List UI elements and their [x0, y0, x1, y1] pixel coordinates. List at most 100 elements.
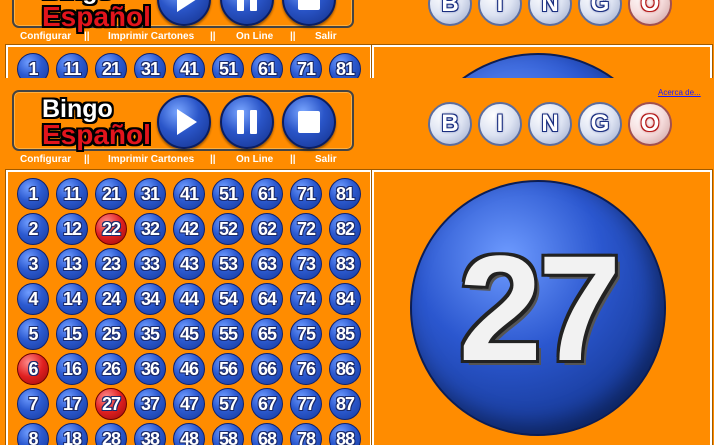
number-ball: 72: [290, 213, 322, 245]
menu-configurar[interactable]: Configurar: [20, 31, 71, 42]
number-ball: 73: [290, 248, 322, 280]
number-ball: 18: [56, 423, 88, 445]
number-ball: 57: [212, 388, 244, 420]
ghost-display-panel: [372, 45, 712, 78]
number-ball: 81: [329, 53, 361, 78]
menu-imprimir[interactable]: Imprimir Cartones: [108, 154, 194, 165]
play-icon: [176, 0, 197, 12]
number-ball: 3: [17, 248, 49, 280]
number-ball: 88: [329, 423, 361, 445]
number-ball: 51: [212, 178, 244, 210]
title-ball-n: N: [528, 0, 572, 26]
stop-button[interactable]: [282, 95, 336, 149]
menu-bar: Configurar || Imprimir Cartones || On Li…: [8, 31, 348, 45]
bingo-title-balls: B I N G O: [428, 0, 678, 26]
number-grid: 1 11 21 31 41 51 61 71 81 2 12 22 32 42 52 62 72 82 3 13 23 3…: [17, 178, 361, 445]
number-ball: 58: [212, 423, 244, 445]
number-ball: 14: [56, 283, 88, 315]
number-ball: 77: [290, 388, 322, 420]
menu-separator: ||: [210, 154, 216, 165]
number-ball: 52: [212, 213, 244, 245]
number-ball: 55: [212, 318, 244, 350]
play-button[interactable]: [157, 0, 211, 26]
title-ball-i: I: [478, 0, 522, 26]
number-ball: 74: [290, 283, 322, 315]
about-link[interactable]: Acerca de...: [658, 88, 701, 97]
number-ball: 75: [290, 318, 322, 350]
number-ball: 25: [95, 318, 127, 350]
number-ball: 43: [173, 248, 205, 280]
menu-bar: Configurar || Imprimir Cartones || On Li…: [8, 154, 348, 168]
number-ball: 15: [56, 318, 88, 350]
number-ball: 4: [17, 283, 49, 315]
number-ball: 61: [251, 178, 283, 210]
menu-salir[interactable]: Salir: [315, 154, 337, 165]
number-ball: 33: [134, 248, 166, 280]
number-ball: 61: [251, 53, 283, 78]
number-ball: 64: [251, 283, 283, 315]
number-ball: 62: [251, 213, 283, 245]
number-ball: 71: [290, 53, 322, 78]
number-ball: 68: [251, 423, 283, 445]
number-ball: 21: [95, 53, 127, 78]
title-ball-g: G: [578, 0, 622, 26]
ghost-board-panel: 1 11 21 31 41 51 61 71 81: [6, 45, 372, 78]
current-number: 27: [458, 223, 622, 392]
number-ball: 1: [17, 53, 49, 78]
logo-line2: Español: [42, 119, 151, 150]
number-ball: 38: [134, 423, 166, 445]
number-ball: 28: [95, 423, 127, 445]
number-ball: 46: [173, 353, 205, 385]
menu-online[interactable]: On Line: [236, 154, 273, 165]
pause-button[interactable]: [220, 0, 274, 26]
stop-button[interactable]: [282, 0, 336, 26]
play-button[interactable]: [157, 95, 211, 149]
number-ball: 66: [251, 353, 283, 385]
number-ball: 78: [290, 423, 322, 445]
menu-configurar[interactable]: Configurar: [20, 154, 71, 165]
menu-separator: ||: [84, 31, 90, 42]
number-ball: 35: [134, 318, 166, 350]
number-ball: 44: [173, 283, 205, 315]
menu-salir[interactable]: Salir: [315, 31, 337, 42]
menu-imprimir[interactable]: Imprimir Cartones: [108, 31, 194, 42]
logo-line2: Español: [42, 1, 151, 32]
stop-icon: [298, 111, 320, 133]
ghost-number-grid: 1 11 21 31 41 51 61 71 81: [17, 53, 361, 78]
number-ball: 13: [56, 248, 88, 280]
play-icon: [176, 109, 197, 135]
title-ball-b: B: [428, 102, 472, 146]
logo-panel: Bingo Español: [12, 90, 354, 151]
number-ball: 17: [56, 388, 88, 420]
number-ball: 12: [56, 213, 88, 245]
menu-online[interactable]: On Line: [236, 31, 273, 42]
number-ball: 87: [329, 388, 361, 420]
number-ball: 41: [173, 53, 205, 78]
number-board-panel: 1 11 21 31 41 51 61 71 81 2 12 22 32 42 52 62 72 82 3 13 23 3…: [6, 170, 372, 445]
pause-button[interactable]: [220, 95, 274, 149]
number-ball: 31: [134, 53, 166, 78]
pause-icon: [237, 0, 257, 11]
number-ball: 36: [134, 353, 166, 385]
number-ball: 65: [251, 318, 283, 350]
title-ball-b: B: [428, 0, 472, 26]
title-ball-g: G: [578, 102, 622, 146]
number-ball: 31: [134, 178, 166, 210]
number-ball: 67: [251, 388, 283, 420]
current-number-panel: 27: [372, 170, 712, 445]
number-ball: 53: [212, 248, 244, 280]
ghost-window-region: Bingo Español Configurar || Imprimir Car…: [0, 0, 714, 78]
number-ball: 41: [173, 178, 205, 210]
number-ball: 24: [95, 283, 127, 315]
number-ball: 82: [329, 213, 361, 245]
menu-separator: ||: [290, 31, 296, 42]
number-ball: 23: [95, 248, 127, 280]
logo-panel: Bingo Español: [12, 0, 354, 32]
menu-separator: ||: [290, 154, 296, 165]
number-ball: 26: [95, 353, 127, 385]
title-ball-o: O: [628, 0, 672, 26]
number-ball: 86: [329, 353, 361, 385]
ghost-current-ball: [410, 53, 666, 78]
number-ball: 8: [17, 423, 49, 445]
number-ball: 37: [134, 388, 166, 420]
